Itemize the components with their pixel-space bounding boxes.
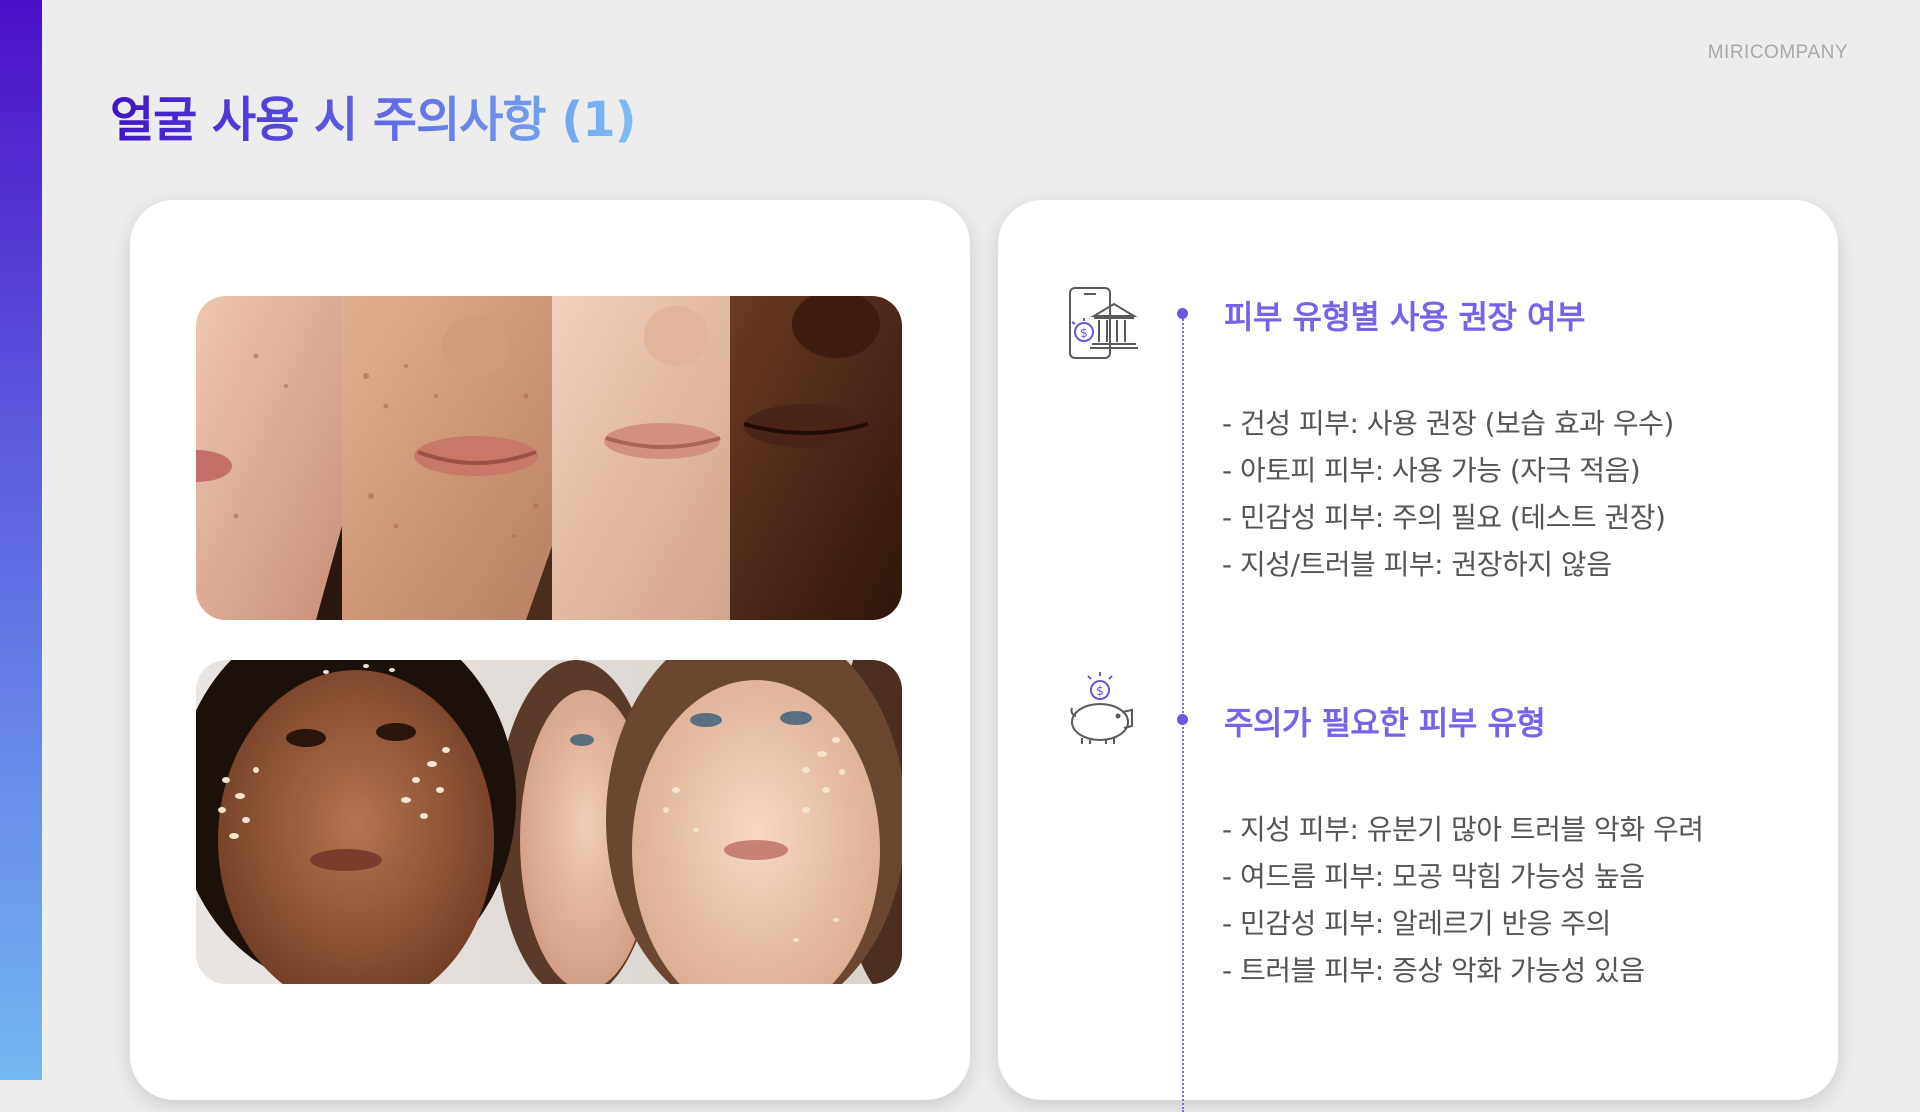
faces-with-cream-dots-photo [196, 660, 902, 984]
list-item: - 지성/트러블 피부: 권장하지 않음 [1222, 548, 1612, 581]
section-heading: 피부 유형별 사용 권장 여부 [1224, 298, 1585, 336]
section-heading: 주의가 필요한 피부 유형 [1224, 704, 1546, 742]
svg-text:$: $ [1080, 326, 1088, 340]
list-item: - 민감성 피부: 알레르기 반응 주의 [1222, 907, 1611, 940]
section-list: - 지성 피부: 유분기 많아 트러블 악화 우려 - 여드름 피부: 모공 막… [1222, 806, 1704, 994]
timeline-dot [1177, 714, 1188, 725]
svg-text:$: $ [1096, 684, 1104, 698]
face-closeup-skin-types-photo [196, 296, 902, 620]
image-card [130, 200, 970, 1100]
accent-bar [0, 0, 42, 1080]
piggy-bank-icon: $ [1066, 670, 1138, 746]
page-title: 얼굴 사용 시 주의사항 (1) [110, 80, 637, 150]
section-list: - 건성 피부: 사용 권장 (보습 효과 우수) - 아토피 피부: 사용 가… [1222, 400, 1674, 588]
list-item: - 아토피 피부: 사용 가능 (자극 적음) [1222, 454, 1641, 487]
list-item: - 건성 피부: 사용 권장 (보습 효과 우수) [1222, 407, 1674, 440]
list-item: - 민감성 피부: 주의 필요 (테스트 권장) [1222, 501, 1666, 534]
list-item: - 지성 피부: 유분기 많아 트러블 악화 우려 [1222, 813, 1704, 846]
list-item: - 트러블 피부: 증상 악화 가능성 있음 [1222, 954, 1645, 987]
guidance-card: $ 피부 유형별 사용 권장 여부 - 건성 피부: 사용 권장 (보습 효과 … [998, 200, 1838, 1112]
timeline-dot [1177, 308, 1188, 319]
mobile-bank-icon: $ [1066, 286, 1138, 362]
brand-label: MIRICOMPANY [1707, 42, 1848, 63]
list-item: - 여드름 피부: 모공 막힘 가능성 높음 [1222, 860, 1645, 893]
timeline-line [1182, 312, 1184, 1112]
